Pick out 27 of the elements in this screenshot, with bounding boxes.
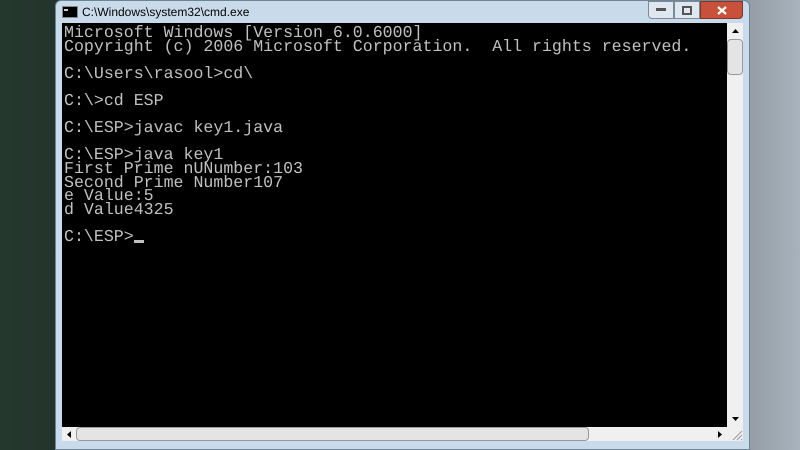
console-line: C:\>cd ESP: [64, 94, 164, 108]
window-title: C:\Windows\system32\cmd.exe: [82, 4, 250, 21]
right-arrow-icon: [718, 430, 722, 438]
scroll-thumb[interactable]: [727, 39, 743, 75]
close-icon: [716, 6, 726, 14]
left-arrow-icon: [67, 430, 71, 438]
console-app-icon: [62, 6, 78, 18]
console-prompt: C:\ESP>: [64, 230, 134, 244]
horizontal-scrollbar[interactable]: [62, 427, 727, 441]
console-line: Copyright (c) 2006 Microsoft Corporation. All rights reserved.: [64, 40, 692, 54]
down-arrow-icon: [732, 417, 738, 421]
console-line: Microsoft Windows [Version 6.0.6000]: [64, 26, 422, 40]
console-line: Second Prime Number107: [64, 176, 284, 190]
close-button[interactable]: [700, 1, 743, 19]
minimize-button[interactable]: [648, 1, 674, 19]
maximize-icon: [682, 6, 692, 14]
console-line: d Value4325: [64, 202, 174, 216]
console-line: C:\ESP>javac key1.java: [64, 121, 284, 135]
up-arrow-icon: [732, 29, 738, 33]
console-line: e Value:5: [64, 189, 154, 203]
console-line: First Prime nUNumber:103: [64, 162, 303, 176]
console-line: C:\ESP>java key1: [64, 148, 224, 162]
console-line: C:\Users\rasool>cd\: [64, 66, 254, 80]
minimize-icon: [656, 8, 666, 12]
vertical-scrollbar[interactable]: [727, 23, 743, 427]
scroll-thumb[interactable]: [76, 427, 589, 441]
maximize-button[interactable]: [674, 1, 700, 19]
